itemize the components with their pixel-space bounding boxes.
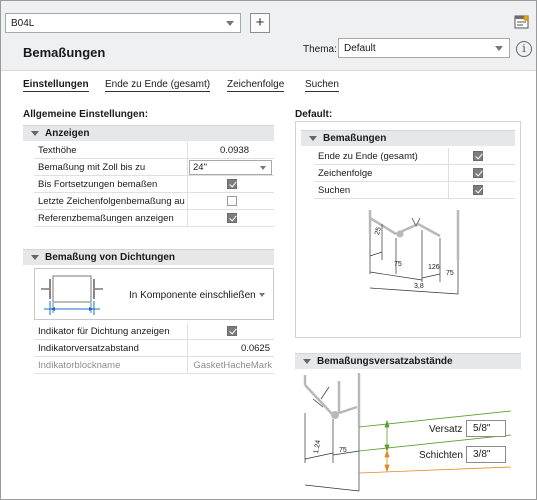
group-dichtungen[interactable]: Bemaßung von Dichtungen (23, 249, 274, 265)
referenz-checkbox[interactable] (227, 213, 237, 223)
diagram-label-d5: 3,8 (414, 283, 424, 290)
row-fortsetzungen: Bis Fortsetzungen bemaßen (34, 176, 274, 193)
schichten-input-value: 3/8" (473, 449, 491, 460)
row-texthoehe: Texthöhe 0.0938 (34, 142, 274, 159)
row-label: Indikatorblockname (38, 360, 121, 371)
default-panel: Bemaßungen Ende zu Ende (gesamt) Zeichen… (295, 121, 521, 338)
style-select[interactable]: B04L (5, 13, 241, 33)
gasket-option-select[interactable]: In Komponente einschließen (34, 268, 274, 320)
info-icon[interactable]: i (516, 41, 532, 57)
collapse-triangle-icon[interactable] (31, 131, 39, 136)
tab-ende-zu-ende[interactable]: Ende zu Ende (gesamt) (105, 79, 211, 92)
row-default-ende: Ende zu Ende (gesamt) (314, 148, 515, 165)
row-indikatorblock: Indikatorblockname GasketHacheMark (34, 357, 274, 374)
row-label: Indikatorversatzabstand (38, 343, 139, 354)
group-dichtungen-title: Bemaßung von Dichtungen (45, 252, 175, 263)
tab-einstellungen[interactable]: Einstellungen (23, 79, 89, 92)
row-label: Bemaßung mit Zoll bis zu (38, 162, 146, 173)
chevron-down-icon (260, 166, 266, 170)
theme-select[interactable]: Default (338, 38, 510, 58)
dimension-style-panel: B04L + Bemaßungen Thema: Default i Einst… (0, 0, 537, 500)
row-label: Ende zu Ende (gesamt) (318, 151, 418, 162)
row-label: Indikator für Dichtung anzeigen (38, 326, 170, 337)
collapse-triangle-icon[interactable] (31, 255, 39, 260)
default-ende-checkbox[interactable] (473, 151, 483, 161)
group-anzeigen[interactable]: Anzeigen (23, 125, 274, 141)
general-settings-heading: Allgemeine Einstellungen: (23, 109, 149, 120)
gasket-preview-icon (41, 275, 103, 315)
theme-label: Thema: (303, 44, 337, 55)
group-default-bemassungen[interactable]: Bemaßungen (301, 130, 515, 146)
chevron-down-icon (226, 21, 234, 26)
tab-bar: Einstellungen Ende zu Ende (gesamt) Zeic… (1, 79, 537, 95)
letzte-zeichenfolge-checkbox[interactable] (227, 196, 237, 206)
versatz-input-value: 5/8" (473, 423, 491, 434)
row-letzte-zeichenfolge: Letzte Zeichenfolgenbemaßung au (34, 193, 274, 210)
row-default-suchen: Suchen (314, 182, 515, 199)
group-anzeigen-title: Anzeigen (45, 128, 90, 139)
add-style-button[interactable]: + (250, 13, 270, 33)
style-manager-icon[interactable] (514, 14, 530, 30)
indikatorversatz-value[interactable]: 0.0625 (192, 343, 270, 354)
row-label: Bis Fortsetzungen bemaßen (38, 179, 158, 190)
page-title: Bemaßungen (23, 45, 106, 60)
offset-diagram-label-d2: 75 (339, 447, 347, 454)
row-indikatorversatz: Indikatorversatzabstand 0.0625 (34, 340, 274, 357)
default-heading: Default: (295, 109, 333, 120)
diagram-label-d4: 75 (446, 270, 454, 277)
row-label: Letzte Zeichenfolgenbemaßung au (38, 196, 185, 207)
group-versatzabstaende-title: Bemaßungsversatzabstände (317, 356, 453, 367)
indikatorblock-value: GasketHacheMark (193, 360, 272, 371)
style-select-value: B04L (11, 18, 35, 29)
indikator-checkbox[interactable] (227, 326, 237, 336)
texthoehe-value[interactable]: 0.0938 (192, 145, 249, 156)
fortsetzungen-checkbox[interactable] (227, 179, 237, 189)
row-referenz: Referenzbemaßungen anzeigen (34, 210, 274, 227)
group-default-bemassungen-title: Bemaßungen (323, 133, 387, 144)
row-label: Zeichenfolge (318, 168, 373, 179)
group-versatzabstaende[interactable]: Bemaßungsversatzabstände (295, 353, 521, 369)
versatz-label: Versatz (429, 424, 463, 435)
gasket-option-value: In Komponente einschließen (129, 290, 256, 301)
row-label: Suchen (318, 185, 351, 196)
versatz-input[interactable]: 5/8" (466, 420, 506, 437)
chevron-down-icon (259, 293, 265, 297)
collapse-triangle-icon[interactable] (309, 136, 317, 141)
chevron-down-icon (495, 46, 503, 51)
schichten-label: Schichten (419, 450, 463, 461)
tab-suchen[interactable]: Suchen (305, 79, 339, 92)
row-zoll: Bemaßung mit Zoll bis zu 24" (34, 159, 274, 176)
tab-zeichenfolge[interactable]: Zeichenfolge (227, 79, 285, 92)
collapse-triangle-icon[interactable] (303, 359, 311, 364)
default-suchen-checkbox[interactable] (473, 185, 483, 195)
diagram-label-d3: 126 (428, 264, 440, 271)
theme-select-value: Default (344, 43, 376, 54)
default-dimension-diagram (368, 210, 460, 295)
zoll-select-value: 24" (193, 162, 207, 173)
row-indikator-anzeigen: Indikator für Dichtung anzeigen (34, 323, 274, 340)
header-bar: B04L + Bemaßungen Thema: Default i (1, 1, 536, 71)
default-zeichenfolge-checkbox[interactable] (473, 168, 483, 178)
schichten-input[interactable]: 3/8" (466, 446, 506, 463)
row-label: Texthöhe (38, 145, 77, 156)
row-label: Referenzbemaßungen anzeigen (38, 213, 174, 224)
zoll-select[interactable]: 24" (189, 160, 272, 175)
diagram-label-d2: 75 (394, 261, 402, 268)
row-default-zeichenfolge: Zeichenfolge (314, 165, 515, 182)
